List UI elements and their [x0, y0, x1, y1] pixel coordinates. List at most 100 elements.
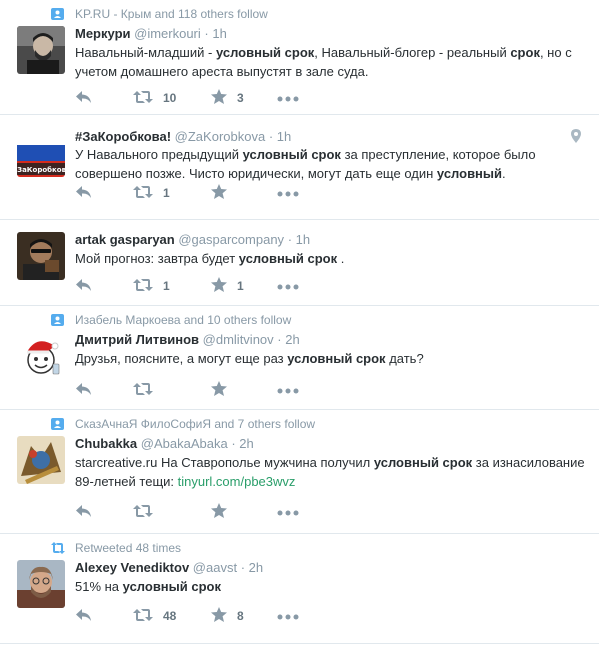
display-name[interactable]: Меркури — [75, 26, 131, 41]
timestamp[interactable]: 2h — [285, 332, 299, 347]
username[interactable]: @ZaKorobkova — [175, 129, 266, 144]
tweet-text-segment: , Навальный-блогер - реальный — [314, 45, 511, 60]
reply-button[interactable] — [75, 278, 133, 295]
username[interactable]: @aavst — [193, 560, 237, 575]
separator: · — [268, 129, 274, 144]
tweet-text: Навальный-младший - условный срок, Навал… — [75, 43, 585, 81]
more-button[interactable] — [277, 279, 299, 293]
more-dots-icon — [277, 383, 299, 397]
retweet-button[interactable]: 1 — [133, 185, 211, 202]
context-text: KP.RU - Крым and 118 others follow — [75, 7, 268, 21]
display-name[interactable]: #ЗаКоробкова! — [75, 129, 171, 144]
display-name[interactable]: artak gasparyan — [75, 232, 175, 247]
star-icon — [211, 607, 227, 625]
retweet-button[interactable]: 1 — [133, 278, 211, 295]
tweet[interactable]: #ЗаКоробкова #ЗаКоробкова! @ZaKorobkova … — [0, 115, 599, 220]
highlighted-term: условный срок — [238, 251, 338, 266]
favorite-button[interactable]: 1 — [211, 277, 277, 295]
more-button[interactable] — [277, 186, 299, 200]
follow-icon — [51, 418, 65, 430]
tweet[interactable]: Retweeted 48 times Alexey Venediktov @aa… — [0, 534, 599, 644]
tweet-header: Меркури @imerkouri · 1h — [75, 26, 227, 41]
display-name[interactable]: Chubakka — [75, 436, 137, 451]
reply-button[interactable] — [75, 608, 133, 625]
tweet[interactable]: Изабель Маркоева and 10 others follow Дм… — [0, 306, 599, 410]
reply-icon — [75, 278, 93, 295]
tweet-header: Alexey Venediktov @aavst · 2h — [75, 560, 263, 575]
timestamp[interactable]: 1h — [277, 129, 291, 144]
avatar[interactable] — [17, 436, 65, 484]
star-icon — [211, 89, 227, 107]
star-icon — [211, 381, 227, 399]
timestamp[interactable]: 1h — [296, 232, 310, 247]
timestamp[interactable]: 1h — [212, 26, 226, 41]
reply-button[interactable] — [75, 185, 133, 202]
highlighted-term: условный срок — [122, 579, 221, 594]
display-name[interactable]: Alexey Venediktov — [75, 560, 189, 575]
favorite-count: 1 — [237, 279, 244, 293]
avatar[interactable]: #ЗаКоробкова — [17, 129, 65, 177]
retweet-button[interactable] — [133, 382, 211, 399]
retweet-button[interactable] — [133, 504, 211, 521]
tweet[interactable]: artak gasparyan @gasparcompany · 1h Мой … — [0, 220, 599, 306]
tweet-text-segment: Мой прогноз: завтра будет — [75, 251, 239, 266]
display-name[interactable]: Дмитрий Литвинов — [75, 332, 199, 347]
tweet-header: Дмитрий Литвинов @dmlitvinov · 2h — [75, 332, 300, 347]
avatar[interactable] — [17, 26, 65, 74]
highlighted-term: условный срок — [215, 45, 315, 60]
reply-button[interactable] — [75, 90, 133, 107]
more-dots-icon — [277, 186, 299, 200]
favorite-button[interactable]: 3 — [211, 89, 277, 107]
tweet-text-segment: . — [337, 251, 345, 266]
favorite-button[interactable] — [211, 184, 277, 202]
retweet-icon — [133, 185, 153, 202]
tweet-text: Друзья, поясните, а могут еще раз условн… — [75, 349, 585, 368]
more-button[interactable] — [277, 505, 299, 519]
reply-button[interactable] — [75, 382, 133, 399]
separator: · — [240, 560, 246, 575]
tweet[interactable]: KP.RU - Крым and 118 others follow Мерку… — [0, 0, 599, 115]
retweet-icon — [133, 382, 153, 399]
username[interactable]: @dmlitvinov — [203, 332, 274, 347]
retweet-button[interactable]: 10 — [133, 90, 211, 107]
timestamp[interactable]: 2h — [249, 560, 263, 575]
reply-icon — [75, 90, 93, 107]
reply-icon — [75, 185, 93, 202]
favorite-count: 3 — [237, 91, 244, 105]
more-dots-icon — [277, 505, 299, 519]
retweet-count: 10 — [163, 91, 177, 105]
separator: · — [231, 436, 236, 451]
more-button[interactable] — [277, 91, 299, 105]
tweet-text: У Навального предыдущий условный срок за… — [75, 145, 585, 183]
timestamp[interactable]: 2h — [239, 436, 253, 451]
context-text: Изабель Маркоева and 10 others follow — [75, 313, 292, 327]
highlighted-term: условный срок — [242, 147, 341, 162]
tweet-actions: 48 8 — [75, 606, 299, 626]
more-button[interactable] — [277, 609, 299, 623]
avatar[interactable] — [17, 560, 65, 608]
tweet-header: Chubakka @AbakaAbaka · 2h — [75, 436, 254, 451]
separator: · — [204, 26, 209, 41]
reply-button[interactable] — [75, 504, 133, 521]
tweet-text-segment: 51% на — [75, 579, 123, 594]
reply-icon — [75, 608, 93, 625]
favorite-button[interactable]: 8 — [211, 607, 277, 625]
tweet-link[interactable]: tinyurl.com/pbe3wvz — [178, 474, 296, 489]
avatar[interactable] — [17, 332, 65, 380]
tweet[interactable]: СказАчнаЯ ФилоСофиЯ and 7 others follow … — [0, 410, 599, 534]
location-pin-icon[interactable] — [571, 129, 581, 146]
tweet-text-segment: Друзья, поясните, а могут еще раз — [75, 351, 288, 366]
tweet-text: 51% на условный срок — [75, 577, 585, 596]
username[interactable]: @AbakaAbaka — [141, 436, 228, 451]
highlighted-term: условный — [436, 166, 503, 181]
avatar[interactable] — [17, 232, 65, 280]
favorite-button[interactable] — [211, 381, 277, 399]
username[interactable]: @gasparcompany — [178, 232, 284, 247]
retweet-count: 48 — [163, 609, 177, 623]
favorite-button[interactable] — [211, 503, 277, 521]
more-button[interactable] — [277, 383, 299, 397]
username[interactable]: @imerkouri — [134, 26, 201, 41]
retweet-button[interactable]: 48 — [133, 608, 211, 625]
tweet-text-segment: starcreative.ru На Ставрополье мужчина п… — [75, 455, 374, 470]
tweet-actions — [75, 380, 299, 400]
